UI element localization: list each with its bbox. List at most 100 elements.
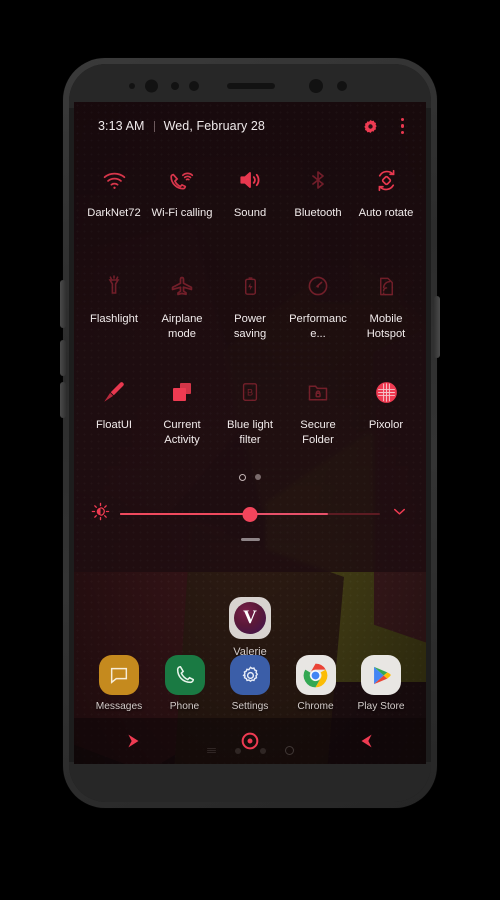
quick-settings-grid: DarkNet72 Wi-Fi calling Sound Bluetooth … — [74, 150, 426, 468]
volume-down-button[interactable] — [60, 340, 66, 376]
pixolor-grid-icon — [374, 375, 399, 409]
qs-tile-bluetooth[interactable]: Bluetooth — [284, 152, 352, 256]
blue-light-icon: B — [239, 375, 261, 409]
quick-settings-page-indicator[interactable] — [74, 468, 426, 486]
front-camera-icon — [145, 79, 158, 93]
dock-app-settings[interactable]: Settings — [221, 655, 279, 712]
navigation-bar — [74, 718, 426, 764]
slider-track-fill — [120, 512, 250, 516]
qs-tile-label: Performance... — [289, 313, 347, 340]
qs-tile-flashlight[interactable]: Flashlight — [80, 258, 148, 362]
svg-text:B: B — [247, 388, 253, 398]
proximity-sensor-icon — [309, 79, 323, 93]
settings-icon[interactable] — [230, 655, 270, 695]
bixby-button[interactable] — [60, 280, 66, 328]
battery-icon — [239, 269, 262, 303]
airplane-icon — [169, 269, 195, 303]
qs-pager-dot-active[interactable] — [239, 473, 246, 481]
dock: Messages Phone Settings Chrome Play Stor… — [74, 655, 426, 712]
quick-settings-panel: 3:13 AM Wed, February 28 DarkNet72 Wi-Fi… — [74, 102, 426, 572]
wifi-icon — [102, 163, 127, 197]
wifi-call-icon — [169, 163, 195, 197]
iris-scanner-icon — [189, 81, 199, 91]
home-button[interactable] — [223, 724, 277, 758]
back-button[interactable] — [340, 724, 394, 758]
status-bar-actions — [362, 116, 408, 136]
qs-tile-pixolor[interactable]: Pixolor — [352, 364, 420, 468]
qs-tile-label: Mobile Hotspot — [366, 313, 406, 340]
qs-tile-label: Bluetooth — [294, 207, 342, 219]
qs-tile-power-saving[interactable]: Power saving — [216, 258, 284, 362]
qs-tile-label: Sound — [233, 207, 267, 219]
flashlight-icon — [102, 269, 126, 303]
qs-pager-dot[interactable] — [255, 474, 261, 480]
chevron-down-icon[interactable] — [390, 502, 409, 526]
dock-label: Chrome — [297, 701, 334, 712]
earpiece-speaker-icon — [227, 83, 275, 89]
brightness-slider[interactable] — [120, 505, 380, 523]
status-bar: 3:13 AM Wed, February 28 — [74, 102, 426, 150]
qs-tile-label: Wi-Fi calling — [151, 207, 213, 219]
qs-tile-wifi-calling[interactable]: Wi-Fi calling — [148, 152, 216, 256]
pen-icon — [101, 375, 127, 409]
auto-rotate-icon — [374, 163, 399, 197]
qs-tile-label: Pixolor — [368, 419, 404, 431]
qs-tile-darknet72[interactable]: DarkNet72 — [80, 152, 148, 256]
dock-app-play-store[interactable]: Play Store — [352, 655, 410, 712]
dock-app-chrome[interactable]: Chrome — [287, 655, 345, 712]
power-button[interactable] — [434, 296, 440, 358]
qs-tile-label: Power saving — [233, 313, 267, 340]
dock-app-phone[interactable]: Phone — [156, 655, 214, 712]
brightness-icon[interactable] — [91, 502, 110, 526]
home-app-valerie[interactable]: V Valerie — [74, 597, 426, 658]
slider-thumb[interactable] — [242, 506, 258, 522]
status-date: Wed, February 28 — [163, 119, 265, 133]
qs-tile-label: Airplane mode — [161, 313, 203, 340]
play-store-icon[interactable] — [361, 655, 401, 695]
overflow-menu-icon[interactable] — [397, 116, 408, 136]
led-indicator-icon — [337, 81, 347, 91]
qs-tile-label: FloatUI — [95, 419, 133, 431]
status-divider — [153, 120, 155, 132]
chrome-icon[interactable] — [295, 655, 336, 695]
dock-app-messages[interactable]: Messages — [90, 655, 148, 712]
panel-drag-handle[interactable] — [240, 538, 260, 541]
volume-up-button[interactable] — [60, 382, 66, 418]
qs-tile-label: Flashlight — [90, 313, 138, 325]
phone-icon[interactable] — [164, 655, 205, 695]
bluetooth-icon — [306, 163, 330, 197]
qs-tile-mobile-hotspot[interactable]: Mobile Hotspot — [352, 258, 420, 362]
qs-tile-current-activity[interactable]: Current Activity — [148, 364, 216, 468]
screenshot-stage: V Valerie Messages Phone Settings Chrome… — [0, 0, 500, 900]
qs-tile-airplane-mode[interactable]: Airplane mode — [148, 258, 216, 362]
brightness-row — [74, 486, 426, 532]
valerie-glyph: V — [234, 602, 266, 634]
qs-tile-floatui[interactable]: FloatUI — [80, 364, 148, 468]
gauge-icon — [306, 269, 330, 303]
secure-folder-icon — [306, 375, 330, 409]
phone-screen: V Valerie Messages Phone Settings Chrome… — [74, 102, 426, 764]
valerie-app-icon[interactable]: V — [229, 597, 271, 639]
dock-label: Play Store — [357, 701, 405, 712]
dock-label: Settings — [231, 701, 269, 712]
qs-tile-sound[interactable]: Sound — [216, 152, 284, 256]
recents-button[interactable] — [106, 724, 160, 758]
qs-tile-blue-light-filter[interactable]: B Blue light filter — [216, 364, 284, 468]
messages-icon[interactable] — [99, 655, 139, 695]
dock-label: Phone — [169, 701, 200, 712]
sensor-dot-icon — [129, 83, 135, 89]
hotspot-icon — [375, 269, 398, 303]
qs-tile-label: DarkNet72 — [87, 207, 141, 219]
qs-tile-label: Secure Folder — [300, 419, 336, 446]
volume-icon — [237, 163, 263, 197]
qs-tile-label: Current Activity — [163, 419, 201, 446]
qs-tile-label: Auto rotate — [358, 207, 414, 219]
squares-icon — [170, 375, 194, 409]
status-clock-date: 3:13 AM Wed, February 28 — [98, 119, 265, 133]
qs-tile-secure-folder[interactable]: Secure Folder — [284, 364, 352, 468]
dock-label: Messages — [95, 701, 143, 712]
gear-icon[interactable] — [362, 118, 379, 135]
sensor-dot-icon — [171, 82, 179, 90]
qs-tile-performance[interactable]: Performance... — [284, 258, 352, 362]
qs-tile-auto-rotate[interactable]: Auto rotate — [352, 152, 420, 256]
